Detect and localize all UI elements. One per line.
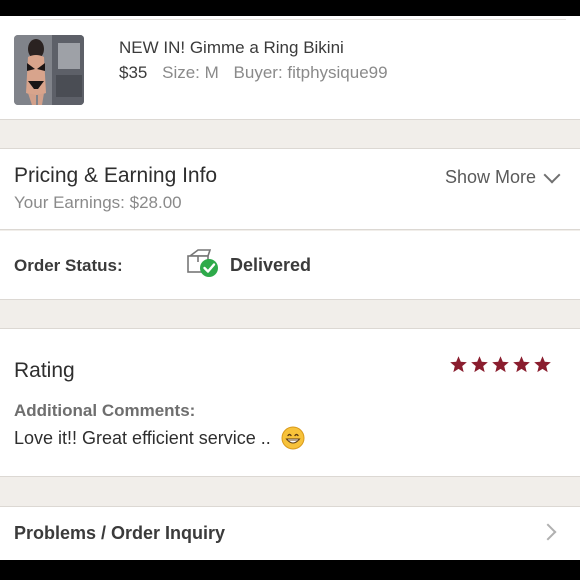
rating-section: Rating Additional Comments: Love it!! Gr… xyxy=(0,329,580,476)
divider xyxy=(30,19,566,20)
order-status-section: Order Status: Delivered xyxy=(0,231,580,299)
show-more-button[interactable]: Show More xyxy=(444,166,561,188)
order-status-value: Delivered xyxy=(230,255,312,275)
earnings-text: Your Earnings: $28.00 xyxy=(14,193,182,212)
delivered-box-check-icon xyxy=(187,249,218,277)
comments-label: Additional Comments: xyxy=(14,401,196,420)
star-icon xyxy=(471,356,488,373)
item-buyer[interactable]: Buyer: fitphysique99 xyxy=(234,63,388,82)
star-icon xyxy=(534,356,551,373)
pricing-section: Pricing & Earning Info Your Earnings: $2… xyxy=(0,149,580,229)
rating-title: Rating xyxy=(14,359,75,382)
item-title[interactable]: NEW IN! Gimme a Ring Bikini xyxy=(119,38,344,58)
bikini-photo-icon xyxy=(14,35,84,105)
show-more-label: Show More xyxy=(444,167,536,187)
star-icon xyxy=(513,356,530,373)
order-status-label: Order Status: xyxy=(14,256,123,275)
bottom-edge xyxy=(0,560,580,580)
star-icon xyxy=(450,356,467,373)
divider xyxy=(0,476,580,477)
item-size: Size: M xyxy=(162,63,219,82)
item-thumbnail[interactable] xyxy=(14,35,84,105)
problems-order-inquiry-row[interactable]: Problems / Order Inquiry xyxy=(0,507,580,560)
problems-label: Problems / Order Inquiry xyxy=(14,523,226,543)
divider xyxy=(0,119,580,120)
comments-body: Love it!! Great efficient service .. xyxy=(14,427,271,448)
star-rating xyxy=(449,355,552,374)
pricing-title: Pricing & Earning Info xyxy=(14,164,218,187)
star-icon xyxy=(492,356,509,373)
grinning-face-emoji-icon xyxy=(281,426,305,450)
item-summary[interactable]: NEW IN! Gimme a Ring Bikini $35 Size: M … xyxy=(0,16,580,119)
chevron-right-icon xyxy=(539,523,557,541)
divider xyxy=(0,299,580,300)
item-price: $35 xyxy=(119,63,148,82)
item-meta: $35 Size: M Buyer: fitphysique99 xyxy=(119,63,388,83)
comments-text: Love it!! Great efficient service .. xyxy=(14,426,305,450)
order-details-screen: NEW IN! Gimme a Ring Bikini $35 Size: M … xyxy=(0,0,580,580)
chevron-down-icon xyxy=(543,166,561,183)
top-edge xyxy=(0,0,580,16)
divider xyxy=(0,229,580,230)
